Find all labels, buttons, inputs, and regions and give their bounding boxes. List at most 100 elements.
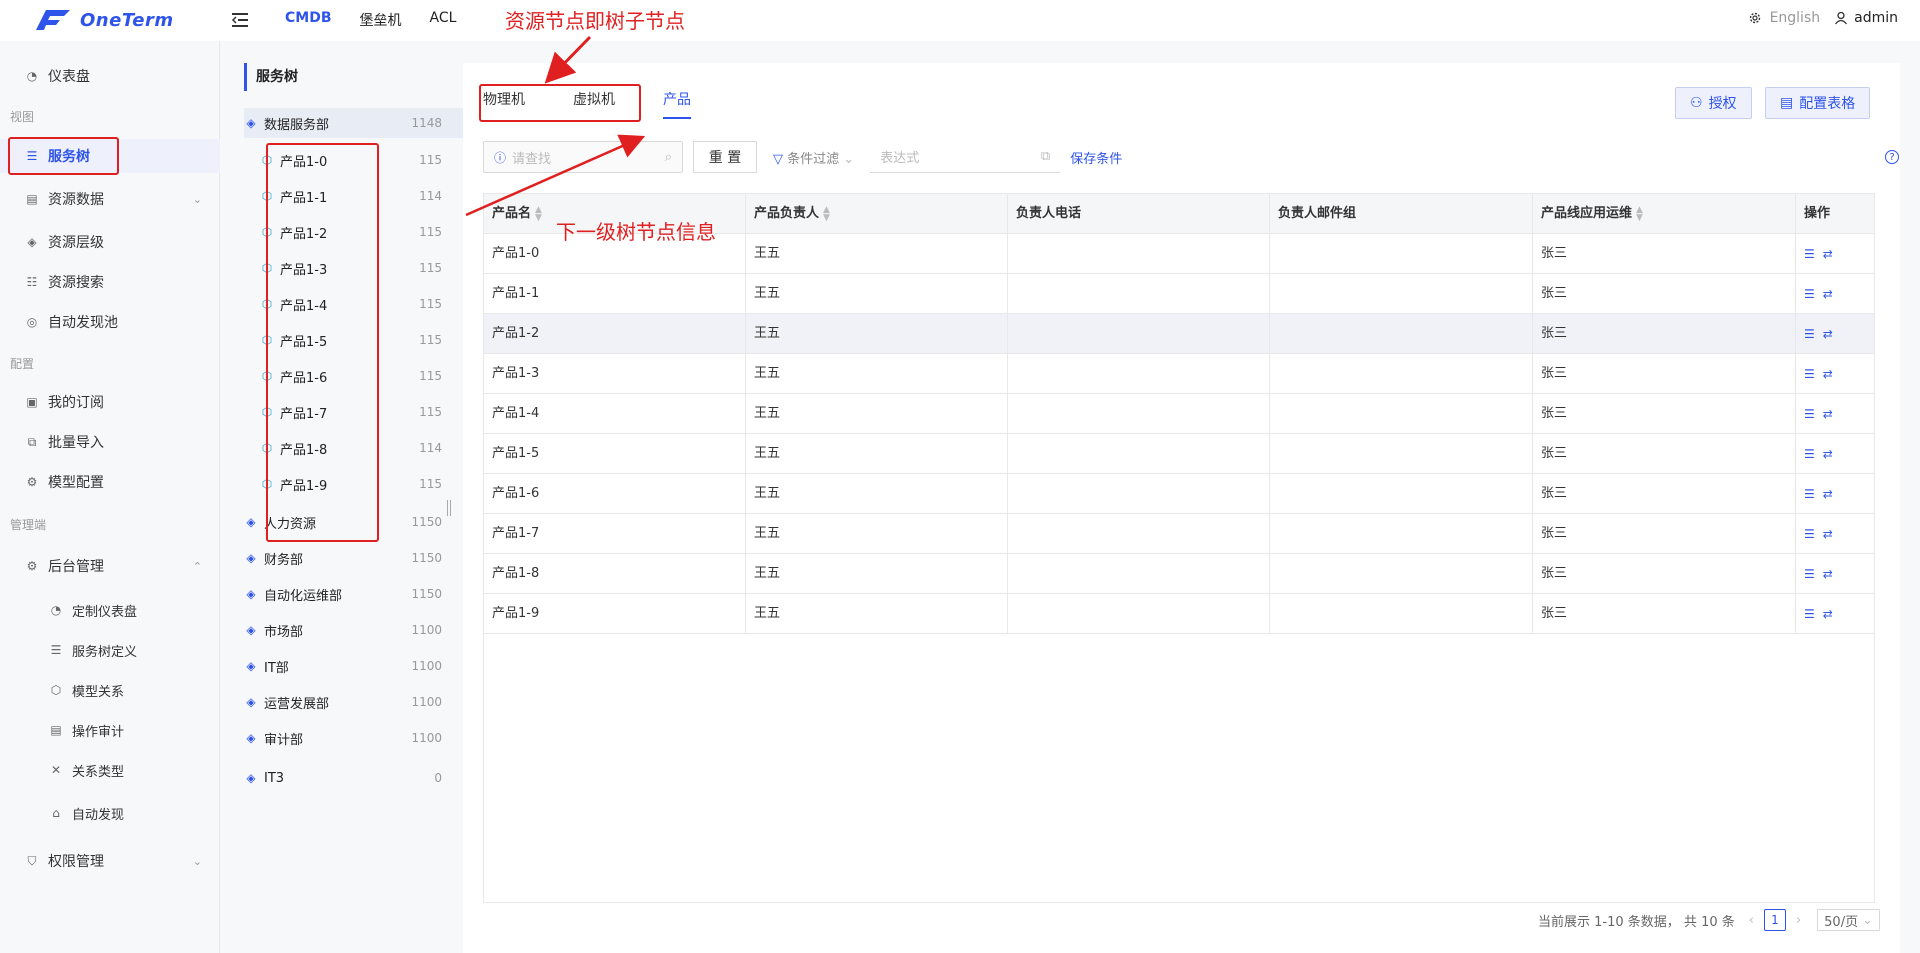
tree-node[interactable]: ◈ 审计部 1100 [244, 723, 466, 753]
prev-page-icon[interactable]: ‹ [1749, 913, 1754, 928]
tree-node-child[interactable]: ⬡ 产品1-6 115 [260, 361, 466, 391]
top-nav-acl[interactable]: ACL [430, 10, 457, 30]
page-number-current[interactable]: 1 [1763, 909, 1786, 931]
tab-physical-machine[interactable]: 物理机 [483, 81, 525, 119]
tree-node-root[interactable]: ◈ 数据服务部 1148 [244, 108, 466, 138]
sidebar-item-operation-audit[interactable]: ▤ 操作审计 [0, 713, 220, 747]
detail-list-icon[interactable]: ☰ [1804, 287, 1815, 301]
table-row[interactable]: 产品1-3 王五 张三 ☰ ⇄ [484, 354, 1874, 394]
search-input[interactable]: ⓘ 请查找 ⌕ [483, 141, 683, 173]
table-row[interactable]: 产品1-7 王五 张三 ☰ ⇄ [484, 514, 1874, 554]
sort-icon[interactable]: ▲ ▼ [1636, 205, 1643, 222]
tree-node-child[interactable]: ⬡ 产品1-3 115 [260, 253, 466, 283]
config-table-button[interactable]: ▤ 配置表格 [1765, 87, 1871, 119]
detail-list-icon[interactable]: ☰ [1804, 567, 1815, 581]
detail-list-icon[interactable]: ☰ [1804, 247, 1815, 261]
table-row[interactable]: 产品1-9 王五 张三 ☰ ⇄ [484, 594, 1874, 634]
sort-icon[interactable]: ▲ ▼ [535, 205, 542, 222]
relation-swap-icon[interactable]: ⇄ [1823, 287, 1833, 301]
cube-icon: ⬡ [261, 477, 273, 491]
tree-node-child[interactable]: ⬡ 产品1-9 115 [260, 469, 466, 499]
relation-swap-icon[interactable]: ⇄ [1823, 487, 1833, 501]
table-row[interactable]: 产品1-6 王五 张三 ☰ ⇄ [484, 474, 1874, 514]
tree-node-child[interactable]: ⬡ 产品1-8 114 [260, 433, 466, 463]
panel-resize-handle[interactable] [447, 500, 451, 516]
grant-button[interactable]: ⚇ 授权 [1675, 87, 1752, 119]
username[interactable]: admin [1854, 10, 1898, 26]
next-page-icon[interactable]: › [1796, 913, 1801, 928]
copy-icon[interactable]: ⧉ [1041, 149, 1050, 164]
sidebar-item-model-config[interactable]: ⚙ 模型配置 [0, 465, 220, 499]
detail-list-icon[interactable]: ☰ [1804, 327, 1815, 341]
sidebar-item-dashboard[interactable]: ◔ 仪表盘 [0, 59, 220, 93]
detail-list-icon[interactable]: ☰ [1804, 527, 1815, 541]
relation-swap-icon[interactable]: ⇄ [1823, 367, 1833, 381]
search-placeholder: 请查找 [512, 151, 552, 167]
save-condition-link[interactable]: 保存条件 [1070, 148, 1122, 167]
table-row[interactable]: 产品1-8 王五 张三 ☰ ⇄ [484, 554, 1874, 594]
sidebar-item-permission-management[interactable]: ⛉ 权限管理 ⌄ [0, 844, 220, 878]
tree-node[interactable]: ◈ 财务部 1150 [244, 543, 466, 573]
sidebar-item-model-relation[interactable]: ⬡ 模型关系 [0, 673, 220, 707]
tree-node-child[interactable]: ⬡ 产品1-7 115 [260, 397, 466, 427]
top-nav-bastion[interactable]: 堡垒机 [360, 10, 402, 30]
column-header-owner[interactable]: 产品负责人 ▲ ▼ [746, 194, 1008, 234]
detail-list-icon[interactable]: ☰ [1804, 407, 1815, 421]
sidebar-item-custom-dashboard[interactable]: ◔ 定制仪表盘 [0, 593, 220, 627]
tree-node-child[interactable]: ⬡ 产品1-1 114 [260, 181, 466, 211]
tree-node-child[interactable]: ⬡ 产品1-2 115 [260, 217, 466, 247]
sidebar-item-backend-management[interactable]: ⚙ 后台管理 ⌃ [0, 549, 220, 583]
detail-list-icon[interactable]: ☰ [1804, 367, 1815, 381]
sidebar-item-service-tree-def[interactable]: ☰ 服务树定义 [0, 633, 220, 667]
tree-node[interactable]: ◈ 运营发展部 1100 [244, 687, 466, 717]
relation-swap-icon[interactable]: ⇄ [1823, 407, 1833, 421]
relation-swap-icon[interactable]: ⇄ [1823, 527, 1833, 541]
column-header-app-ops[interactable]: 产品线应用运维 ▲ ▼ [1533, 194, 1796, 234]
sidebar-item-batch-import[interactable]: ⧉ 批量导入 [0, 425, 220, 459]
page-size-select[interactable]: 50/页 ⌄ [1817, 909, 1880, 931]
help-icon[interactable]: ? [1885, 150, 1899, 164]
expression-input[interactable]: 表达式 ⧉ [870, 141, 1061, 173]
detail-list-icon[interactable]: ☰ [1804, 607, 1815, 621]
condition-filter-dropdown[interactable]: ▽ 条件过滤 ⌄ [773, 148, 854, 167]
relation-swap-icon[interactable]: ⇄ [1823, 327, 1833, 341]
table-row[interactable]: 产品1-5 王五 张三 ☰ ⇄ [484, 434, 1874, 474]
table-row[interactable]: 产品1-1 王五 张三 ☰ ⇄ [484, 274, 1874, 314]
sidebar-item-resource-search[interactable]: ☷ 资源搜索 [0, 265, 220, 299]
detail-list-icon[interactable]: ☰ [1804, 447, 1815, 461]
menu-toggle-icon[interactable] [230, 11, 250, 29]
tree-node-child[interactable]: ⬡ 产品1-4 115 [260, 289, 466, 319]
table-row[interactable]: 产品1-2 王五 张三 ☰ ⇄ [484, 314, 1874, 354]
cube-icon: ⬡ [50, 683, 62, 697]
tree-node-child[interactable]: ⬡ 产品1-5 115 [260, 325, 466, 355]
sidebar-item-my-subscription[interactable]: ▣ 我的订阅 [0, 385, 220, 419]
table-row[interactable]: 产品1-4 王五 张三 ☰ ⇄ [484, 394, 1874, 434]
sidebar-item-auto-discovery[interactable]: ⌂ 自动发现 [0, 796, 220, 830]
sort-icon[interactable]: ▲ ▼ [823, 205, 830, 222]
top-nav-cmdb[interactable]: CMDB [285, 10, 332, 30]
user-icon [1835, 11, 1848, 25]
relation-swap-icon[interactable]: ⇄ [1823, 447, 1833, 461]
sidebar-item-resource-data[interactable]: ▤ 资源数据 ⌄ [0, 182, 220, 216]
tree-node[interactable]: ◈ 人力资源 1150 [244, 507, 466, 537]
tree-node-label: 产品1-8 [280, 442, 328, 458]
settings-gear-icon[interactable] [1748, 11, 1762, 25]
reset-button[interactable]: 重 置 [693, 141, 757, 173]
tree-node[interactable]: ◈ IT3 0 [244, 763, 466, 793]
tab-virtual-machine[interactable]: 虚拟机 [573, 81, 615, 119]
language-switch[interactable]: English [1770, 10, 1821, 26]
sidebar-item-resource-level[interactable]: ◈ 资源层级 [0, 225, 220, 259]
relation-swap-icon[interactable]: ⇄ [1823, 247, 1833, 261]
sidebar-item-service-tree[interactable]: ☰ 服务树 [0, 139, 220, 173]
tree-node[interactable]: ◈ IT部 1100 [244, 651, 466, 681]
tree-node-child[interactable]: ⬡ 产品1-0 115 [260, 145, 466, 175]
tree-node[interactable]: ◈ 市场部 1100 [244, 615, 466, 645]
detail-list-icon[interactable]: ☰ [1804, 487, 1815, 501]
relation-swap-icon[interactable]: ⇄ [1823, 567, 1833, 581]
tree-node[interactable]: ◈ 自动化运维部 1150 [244, 579, 466, 609]
logo[interactable]: OneTerm [34, 8, 174, 32]
sidebar-item-auto-discovery-pool[interactable]: ◎ 自动发现池 [0, 305, 220, 339]
sidebar-item-relation-type[interactable]: ✕ 关系类型 [0, 753, 220, 787]
tab-product[interactable]: 产品 [663, 81, 691, 119]
relation-swap-icon[interactable]: ⇄ [1823, 607, 1833, 621]
